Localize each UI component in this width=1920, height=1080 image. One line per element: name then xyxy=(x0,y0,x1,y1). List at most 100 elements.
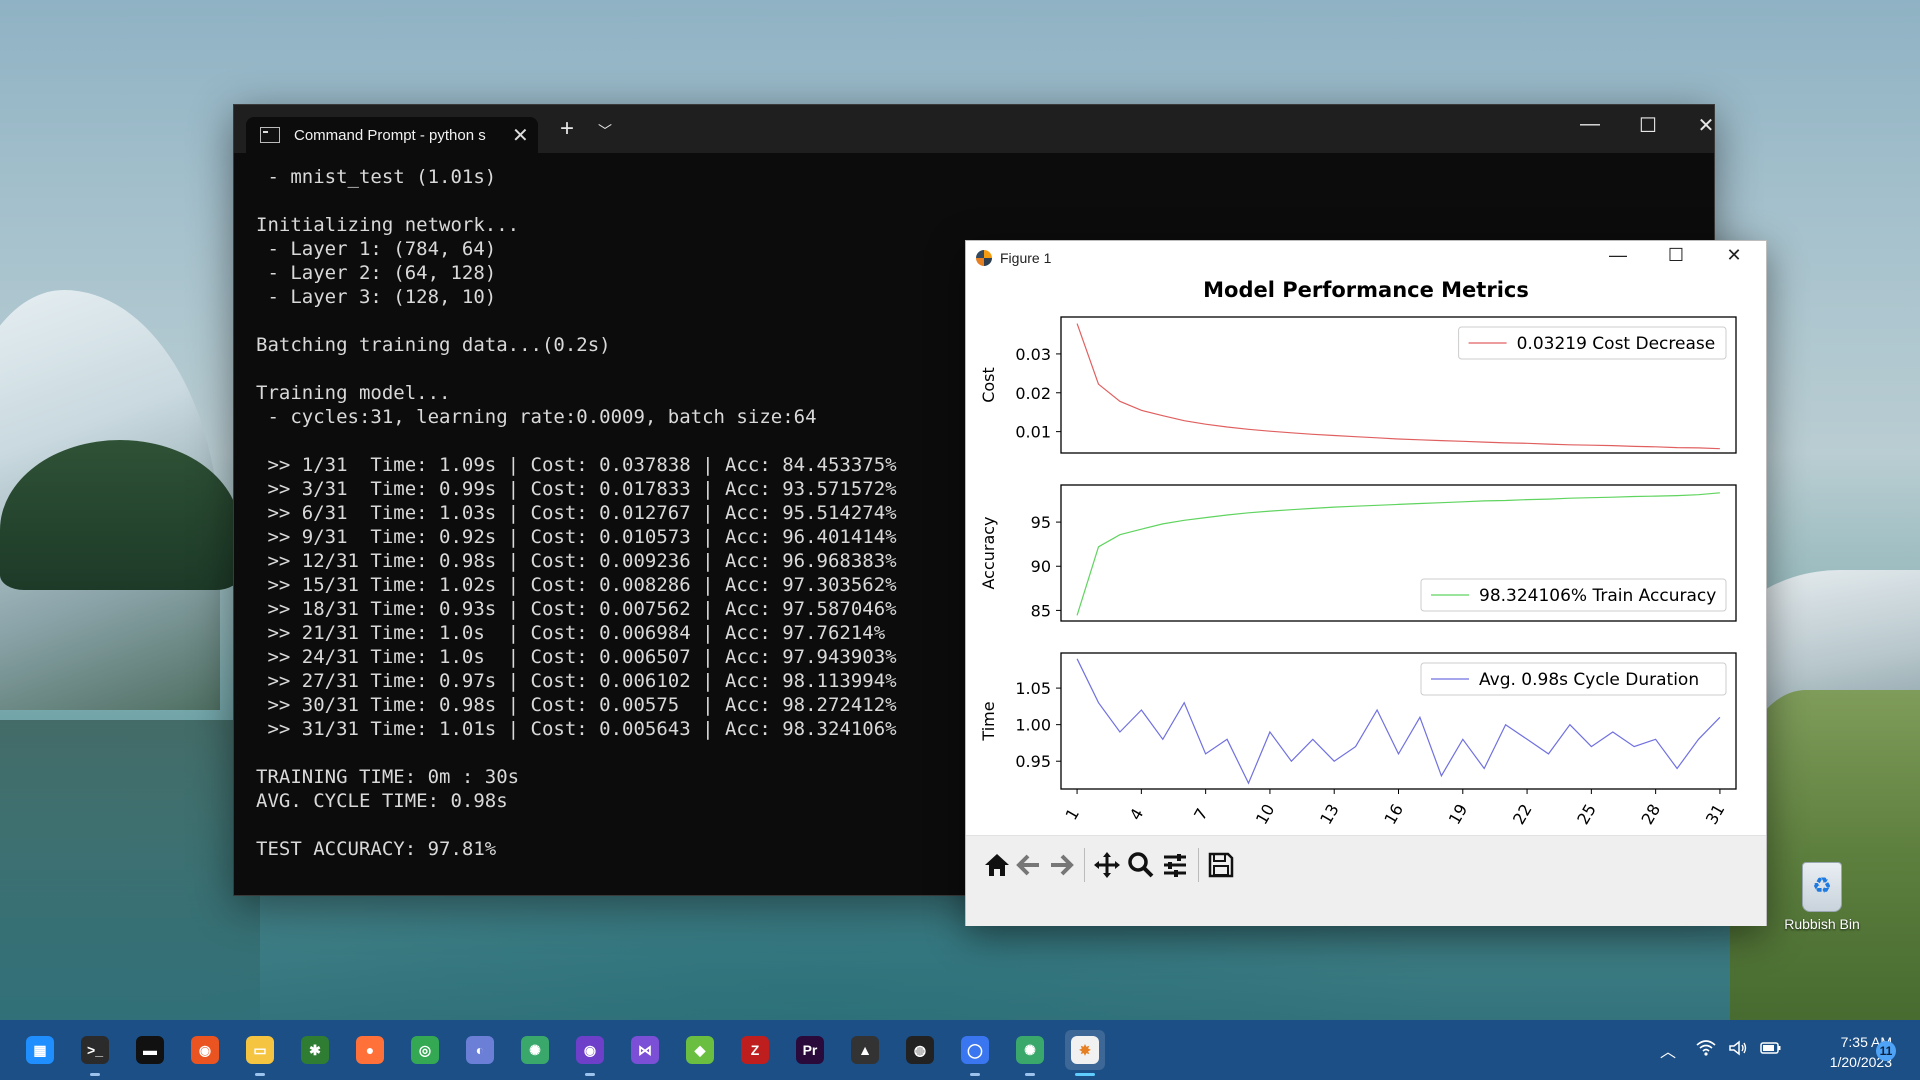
terminal-line: >> 30/31 Time: 0.98s | Cost: 0.00575 | A… xyxy=(256,694,897,716)
y-tick-label: 0.01 xyxy=(1015,423,1051,442)
notification-badge[interactable]: 11 xyxy=(1876,1041,1896,1061)
running-indicator xyxy=(1025,1073,1035,1076)
taskbar-app-chrome[interactable]: ◎ xyxy=(405,1030,445,1070)
cmd-icon: ▬ xyxy=(136,1036,164,1064)
terminal-line: - cycles:31, learning rate:0.0009, batch… xyxy=(256,406,817,428)
taskbar-app-filezilla[interactable]: Z xyxy=(735,1030,775,1070)
zoom-icon[interactable] xyxy=(1124,848,1158,882)
taskbar-app-obs[interactable]: ◍ xyxy=(900,1030,940,1070)
taskbar-app-windows-start[interactable]: ▦ xyxy=(20,1030,60,1070)
y-tick-label: 85 xyxy=(1031,601,1051,620)
taskbar-app-inkscape[interactable]: ▲ xyxy=(845,1030,885,1070)
terminal-line: - Layer 3: (128, 10) xyxy=(256,286,497,308)
figure-minimize-button[interactable]: — xyxy=(1598,245,1638,266)
matplotlib-logo-icon xyxy=(976,250,992,266)
cube-app-icon: ◆ xyxy=(686,1036,714,1064)
taskbar-app-firefox[interactable]: ● xyxy=(350,1030,390,1070)
terminal-line: TEST ACCURACY: 97.81% xyxy=(256,838,497,860)
terminal-line: >> 6/31 Time: 1.03s | Cost: 0.012767 | A… xyxy=(256,502,897,524)
firefox-icon: ● xyxy=(356,1036,384,1064)
terminal-tab[interactable]: Command Prompt - python s ✕ xyxy=(246,117,538,153)
tab-close-icon[interactable]: ✕ xyxy=(512,123,529,148)
signal-icon: ◯ xyxy=(961,1036,989,1064)
figure-close-button[interactable]: ✕ xyxy=(1714,245,1754,266)
terminal-icon: >_ xyxy=(81,1036,109,1064)
taskbar-app-atom-2[interactable]: ✺ xyxy=(1010,1030,1050,1076)
terminal-line: >> 31/31 Time: 1.01s | Cost: 0.005643 | … xyxy=(256,718,897,740)
figure-window[interactable]: Figure 1 — ☐ ✕ Model Performance Metrics… xyxy=(965,240,1767,926)
wifi-icon[interactable] xyxy=(1696,1039,1716,1061)
legend-label: Avg. 0.98s Cycle Duration xyxy=(1479,670,1699,690)
y-tick-label: 0.02 xyxy=(1015,384,1051,403)
y-tick-label: 95 xyxy=(1031,513,1051,532)
x-tick-label: 25 xyxy=(1573,801,1600,828)
chevron-down-icon[interactable]: ﹀ xyxy=(598,121,612,141)
recycle-bin-label: Rubbish Bin xyxy=(1784,916,1860,932)
filezilla-icon: Z xyxy=(741,1036,769,1064)
running-indicator xyxy=(90,1073,100,1076)
terminal-line: - Layer 1: (784, 64) xyxy=(256,238,497,260)
taskbar-app-browser[interactable]: ◐ xyxy=(460,1030,500,1070)
terminal-line: >> 12/31 Time: 0.98s | Cost: 0.009236 | … xyxy=(256,550,897,572)
terminal-line: >> 18/31 Time: 0.93s | Cost: 0.007562 | … xyxy=(256,598,897,620)
taskbar-app-file-explorer[interactable]: ▭ xyxy=(240,1030,280,1076)
toolbar-separator xyxy=(1198,848,1199,882)
wallpaper-reflection xyxy=(0,720,260,1020)
terminal-line: TRAINING TIME: 0m : 30s xyxy=(256,766,520,788)
taskbar-app-premiere[interactable]: Pr xyxy=(790,1030,830,1070)
save-icon[interactable] xyxy=(1204,848,1238,882)
forward-arrow-icon[interactable] xyxy=(1044,848,1078,882)
terminal-line: Training model... xyxy=(256,382,451,404)
recycle-bin[interactable]: ♻ Rubbish Bin xyxy=(1782,862,1862,932)
plus-icon[interactable]: + xyxy=(560,115,574,143)
taskbar-app-signal[interactable]: ◯ xyxy=(955,1030,995,1076)
legend-label: 0.03219 Cost Decrease xyxy=(1517,334,1716,354)
configure-subplots-icon[interactable] xyxy=(1158,848,1192,882)
spreadsheet-icon: ✱ xyxy=(301,1036,329,1064)
maximize-button[interactable]: ☐ xyxy=(1628,113,1668,138)
terminal-line: Initializing network... xyxy=(256,214,520,236)
y-tick-label: 90 xyxy=(1031,557,1051,576)
terminal-line: - Layer 2: (64, 128) xyxy=(256,262,497,284)
taskbar-app-atom[interactable]: ✺ xyxy=(515,1030,555,1070)
taskbar-app-visual-studio[interactable]: ⋈ xyxy=(625,1030,665,1070)
inkscape-icon: ▲ xyxy=(851,1036,879,1064)
chart-canvas[interactable]: Model Performance Metrics 0.01 0.02 0.03 Cos… xyxy=(966,275,1766,835)
x-tick-label: 4 xyxy=(1126,805,1148,823)
terminal-output[interactable]: - mnist_test (1.01s) Initializing networ… xyxy=(256,165,897,861)
system-tray[interactable]: ︿ xyxy=(1660,1020,1782,1080)
browser-icon: ◐ xyxy=(466,1036,494,1064)
taskbar-app-ubuntu[interactable]: ◉ xyxy=(185,1030,225,1070)
chrome-icon: ◎ xyxy=(411,1036,439,1064)
figure-title: Figure 1 xyxy=(1000,250,1052,266)
pan-icon[interactable] xyxy=(1090,848,1124,882)
x-tick-label: 7 xyxy=(1190,805,1212,823)
taskbar-app-terminal[interactable]: >_ xyxy=(75,1030,115,1076)
taskbar-app-github[interactable]: ◉ xyxy=(570,1030,610,1076)
x-tick-label: 31 xyxy=(1702,801,1729,828)
taskbar-app-cmd[interactable]: ▬ xyxy=(130,1030,170,1070)
chevron-up-icon[interactable]: ︿ xyxy=(1660,1038,1676,1062)
figure-titlebar[interactable]: Figure 1 — ☐ ✕ xyxy=(966,241,1766,275)
taskbar-app-cube-app[interactable]: ◆ xyxy=(680,1030,720,1070)
running-indicator xyxy=(255,1073,265,1076)
x-tick-label: 28 xyxy=(1638,801,1665,828)
windows-start-icon: ▦ xyxy=(26,1036,54,1064)
terminal-titlebar[interactable]: Command Prompt - python s ✕ + ﹀ — ☐ ✕ xyxy=(234,105,1714,153)
visual-studio-icon: ⋈ xyxy=(631,1036,659,1064)
y-tick-label: 1.00 xyxy=(1015,716,1051,735)
home-icon[interactable] xyxy=(980,848,1014,882)
x-tick-label: 10 xyxy=(1252,801,1279,828)
taskbar-app-spreadsheet[interactable]: ✱ xyxy=(295,1030,335,1070)
close-button[interactable]: ✕ xyxy=(1686,113,1726,138)
taskbar-app-matplotlib[interactable]: ✸ xyxy=(1065,1030,1105,1076)
figure-maximize-button[interactable]: ☐ xyxy=(1656,245,1696,266)
minimize-button[interactable]: — xyxy=(1570,113,1610,136)
back-arrow-icon[interactable] xyxy=(1012,848,1046,882)
battery-icon[interactable] xyxy=(1760,1041,1782,1060)
volume-icon[interactable] xyxy=(1728,1039,1748,1061)
terminal-line: >> 15/31 Time: 1.02s | Cost: 0.008286 | … xyxy=(256,574,897,596)
